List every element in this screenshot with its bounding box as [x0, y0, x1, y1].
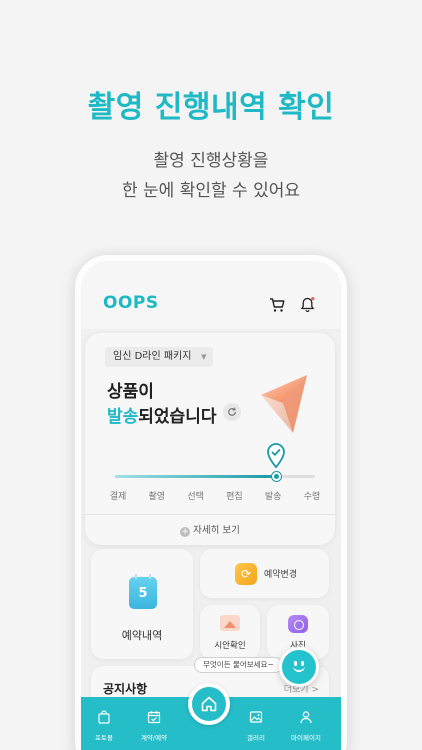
nav-item-mypage[interactable]: 마이페이지 — [283, 709, 329, 742]
notice-title: 공지사항 — [103, 682, 148, 696]
reservation-history-tile[interactable]: 5 예약내역 — [91, 549, 193, 659]
reservation-change-tile[interactable]: ⟳ 예약변경 — [200, 549, 329, 598]
paper-plane-illustration — [261, 375, 307, 433]
image-icon — [249, 711, 263, 723]
status-headline-line2: 발송되었습니다 — [107, 402, 216, 427]
shopping-bag-icon — [98, 710, 110, 724]
nav-label: 갤러리 — [247, 734, 265, 742]
promo-title: 촬영 진행내역 확인 — [87, 90, 335, 125]
camera-icon — [288, 615, 308, 633]
reservation-history-label: 예약내역 — [121, 629, 163, 642]
nav-label: 계약/예약 — [140, 734, 168, 742]
promo-subtitle-line2: 한 눈에 확인할 수 있어요 — [121, 181, 300, 201]
step-payment: 결제 — [109, 492, 127, 502]
status-headline-rest: 되었습니다 — [138, 407, 217, 427]
chevron-down-icon: ▼ — [201, 353, 207, 361]
package-select[interactable]: 임신 D라인 패키지 ▼ — [105, 347, 214, 367]
phone-frame: OOPS 임신 D라인 패키지 ▼ 상품이 발송되었습니다 결제 촬영 선택 편… — [74, 254, 348, 750]
package-select-value: 임신 D라인 패키지 — [113, 351, 192, 362]
step-shipping: 발송 — [264, 492, 282, 502]
proof-check-label: 시안확인 — [214, 641, 246, 651]
plus-circle-icon: + — [180, 527, 191, 537]
progress-track — [115, 472, 315, 481]
oops-logo[interactable]: OOPS — [103, 293, 159, 313]
status-headline-line1: 상품이 — [107, 382, 154, 402]
refresh-icon[interactable] — [223, 403, 241, 421]
progress-current-marker — [272, 472, 281, 481]
bell-icon[interactable] — [299, 296, 316, 313]
step-editing: 편집 — [226, 492, 243, 502]
progress-fill — [115, 475, 275, 478]
home-icon — [201, 696, 217, 712]
person-icon — [300, 711, 312, 724]
step-received: 수령 — [303, 492, 321, 502]
chatbot-button[interactable] — [279, 647, 319, 687]
nav-label: 포토몰 — [95, 734, 113, 742]
step-shooting: 촬영 — [148, 492, 166, 502]
nav-item-contract[interactable]: 계약/예약 — [131, 709, 177, 742]
top-bar: OOPS — [81, 261, 341, 329]
details-link-label: 자세히 보기 — [193, 525, 240, 536]
app-screen: OOPS 임신 D라인 패키지 ▼ 상품이 발송되었습니다 결제 촬영 선택 편… — [81, 261, 341, 750]
calendar-icon: 5 — [129, 574, 157, 609]
promo-subtitle-line1: 촬영 진행상황을 — [153, 151, 269, 171]
nav-label: 마이페이지 — [291, 734, 321, 742]
nav-item-photomall[interactable]: 포토몰 — [81, 709, 127, 742]
home-button[interactable] — [188, 683, 230, 725]
reservation-change-label: 예약변경 — [264, 570, 298, 580]
progress-steps: 결제 촬영 선택 편집 발송 수령 — [99, 489, 331, 502]
proof-check-tile[interactable]: 시안확인 — [200, 605, 260, 659]
chatbot-bubble[interactable]: 무엇이든 물어보세요~ — [194, 657, 283, 673]
cart-icon[interactable] — [269, 297, 285, 313]
chatbot-smile-icon — [293, 665, 305, 672]
divider — [85, 514, 335, 515]
nav-item-gallery[interactable]: 갤러리 — [233, 709, 279, 742]
location-pin-icon — [267, 443, 285, 469]
calendar-check-icon — [147, 711, 161, 724]
swap-icon: ⟳ — [235, 563, 257, 585]
order-status-card: 임신 D라인 패키지 ▼ 상품이 발송되었습니다 결제 촬영 선택 편집 발송 … — [85, 333, 335, 545]
step-selection: 선택 — [187, 492, 204, 502]
image-proof-icon — [220, 615, 240, 631]
details-link[interactable]: + 자세히 보기 — [85, 522, 335, 537]
status-highlight: 발송 — [107, 407, 139, 427]
